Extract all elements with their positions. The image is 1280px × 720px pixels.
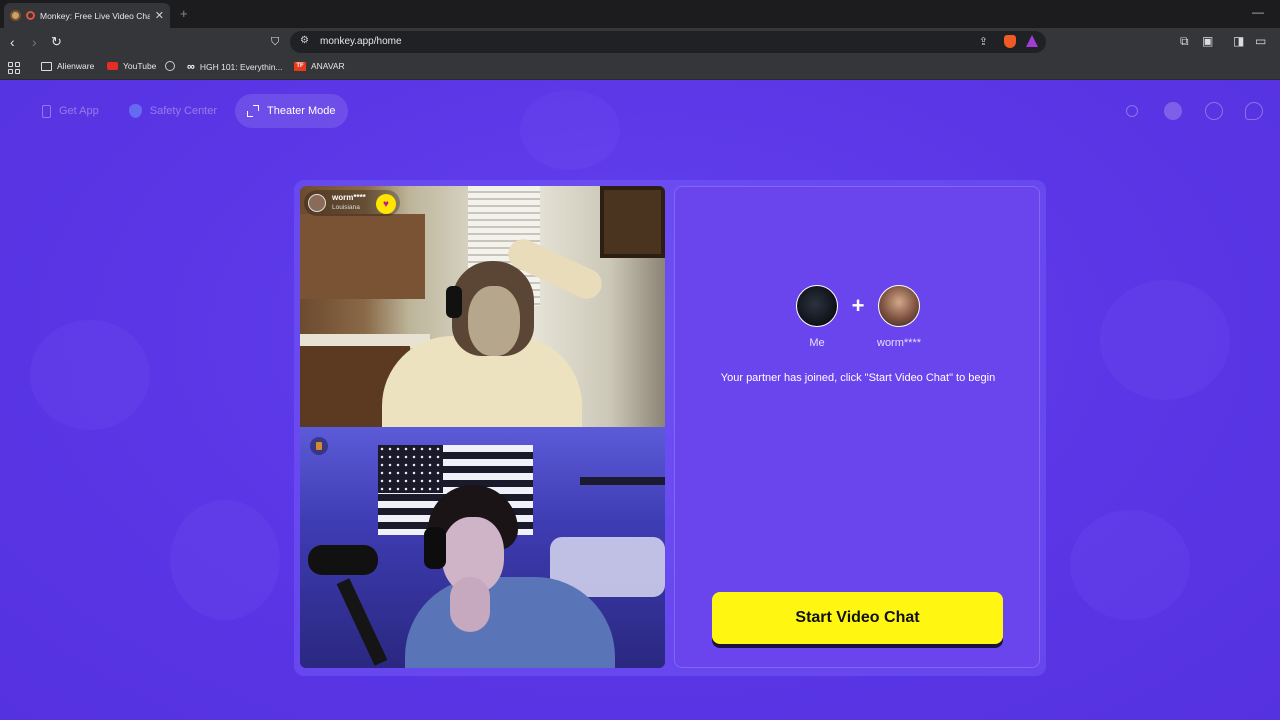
scene-person-face <box>468 286 520 356</box>
match-avatars: Me + worm**** <box>795 285 921 349</box>
reload-icon[interactable]: ↻ <box>51 33 62 51</box>
partner-avatar-group: worm**** <box>877 285 921 349</box>
self-video <box>300 427 665 668</box>
history-icon[interactable] <box>1205 102 1223 120</box>
partner-video: worm**** Louisiana ♥ <box>300 186 665 427</box>
bookmark-label: ANAVAR <box>311 61 345 71</box>
bookmark-globe[interactable] <box>165 61 175 71</box>
top-nav: Get App Safety Center Theater Mode <box>30 94 348 128</box>
search-icon[interactable] <box>1123 102 1141 120</box>
minimize-window-icon[interactable]: — <box>1252 5 1264 19</box>
messages-icon[interactable] <box>1245 102 1263 120</box>
recording-icon <box>26 11 35 20</box>
video-chat-card: worm**** Louisiana ♥ Me + worm**** Your … <box>294 180 1046 676</box>
bookmark-icon[interactable]: ⛉ <box>271 33 279 51</box>
site-settings-icon[interactable]: ⚙ <box>300 35 309 46</box>
extensions-icon[interactable]: ⧉ <box>1180 34 1189 49</box>
tab-title: Monkey: Free Live Video Chat <box>40 10 150 21</box>
me-avatar <box>796 285 838 327</box>
sidebar-icon[interactable]: ◨ <box>1233 34 1244 48</box>
address-url: monkey.app/home <box>320 36 402 47</box>
video-area: worm**** Louisiana ♥ <box>300 186 665 668</box>
me-label: Me <box>809 337 825 349</box>
monkey-favicon-icon <box>10 10 21 21</box>
background-blob <box>520 90 620 170</box>
phone-icon <box>42 104 51 118</box>
scene-headset <box>446 286 462 318</box>
camera-badge-icon[interactable] <box>310 437 328 455</box>
expand-icon <box>247 105 260 117</box>
me-avatar-group: Me <box>795 285 839 349</box>
site-logo-icon: TF <box>294 61 306 71</box>
browser-tab[interactable]: Monkey: Free Live Video Chat ✕ <box>4 3 170 28</box>
folder-icon <box>41 61 52 71</box>
plus-icon: + <box>851 293 865 318</box>
brave-shields-icon[interactable] <box>1004 35 1016 48</box>
get-app-button[interactable]: Get App <box>30 94 111 128</box>
browser-tab-strip: Monkey: Free Live Video Chat ✕ + — <box>0 0 1280 28</box>
globe-icon <box>165 61 175 71</box>
bookmark-youtube[interactable]: YouTube <box>107 61 156 71</box>
address-bar[interactable]: ⚙ monkey.app/home ⇪ <box>290 31 1046 53</box>
status-message: Your partner has joined, click "Start Vi… <box>720 372 996 384</box>
bookmark-anavar[interactable]: TF ANAVAR <box>294 61 345 71</box>
partner-label: worm**** <box>877 337 922 349</box>
wallet-icon[interactable]: ▭ <box>1255 34 1266 48</box>
bookmarks-bar: Alienware YouTube ∞ HGH 101: Everythin..… <box>0 56 1280 80</box>
partner-avatar <box>308 194 326 212</box>
infinity-icon: ∞ <box>187 61 195 73</box>
theater-mode-button[interactable]: Theater Mode <box>235 94 348 128</box>
scene-microphone <box>308 545 378 575</box>
bookmark-label: YouTube <box>123 61 157 71</box>
scene-cabinet <box>300 214 425 299</box>
start-video-chat-button[interactable]: Start Video Chat <box>712 592 1003 644</box>
partner-avatar <box>878 285 920 327</box>
bookmark-label: HGH 101: Everythin... <box>199 62 283 72</box>
scene-headset <box>424 527 446 569</box>
new-tab-icon[interactable]: + <box>180 6 188 21</box>
get-app-label: Get App <box>59 105 99 117</box>
close-tab-icon[interactable]: ✕ <box>155 9 164 22</box>
forward-icon[interactable]: › <box>32 33 37 51</box>
background-blob <box>1100 280 1230 400</box>
heart-icon[interactable]: ♥ <box>376 194 396 214</box>
safety-center-button[interactable]: Safety Center <box>117 94 229 128</box>
theater-mode-label: Theater Mode <box>267 105 336 117</box>
match-panel: Me + worm**** Your partner has joined, c… <box>674 186 1040 668</box>
scene-hand <box>450 577 490 632</box>
share-icon[interactable]: ⇪ <box>979 35 988 48</box>
bookmark-alienware[interactable]: Alienware <box>41 61 94 71</box>
scene-mic-arm <box>336 578 388 666</box>
bookmark-hgh[interactable]: ∞ HGH 101: Everythin... <box>187 61 283 73</box>
reading-list-icon[interactable]: ▣ <box>1202 34 1213 48</box>
background-blob <box>170 500 280 620</box>
scene-shelf <box>580 477 665 485</box>
bookmark-label: Alienware <box>57 61 95 71</box>
scene-picture-frame <box>600 186 665 258</box>
youtube-icon <box>107 62 118 70</box>
browser-toolbar: ‹ › ↻ ⛉ ⚙ monkey.app/home ⇪ ⧉ ▣ ◨ ▭ <box>0 28 1280 56</box>
partner-name: worm**** <box>332 193 366 202</box>
profile-avatar-icon[interactable] <box>1164 102 1182 120</box>
background-blob <box>30 320 150 430</box>
background-blob <box>1070 510 1190 620</box>
safety-center-label: Safety Center <box>149 105 218 117</box>
shield-icon <box>128 104 142 118</box>
apps-grid-icon[interactable] <box>8 62 20 74</box>
partner-location: Louisiana <box>332 204 360 211</box>
brave-rewards-icon[interactable] <box>1026 35 1038 47</box>
monkey-page: Get App Safety Center Theater Mode worm*… <box>0 80 1280 720</box>
back-icon[interactable]: ‹ <box>10 33 15 51</box>
